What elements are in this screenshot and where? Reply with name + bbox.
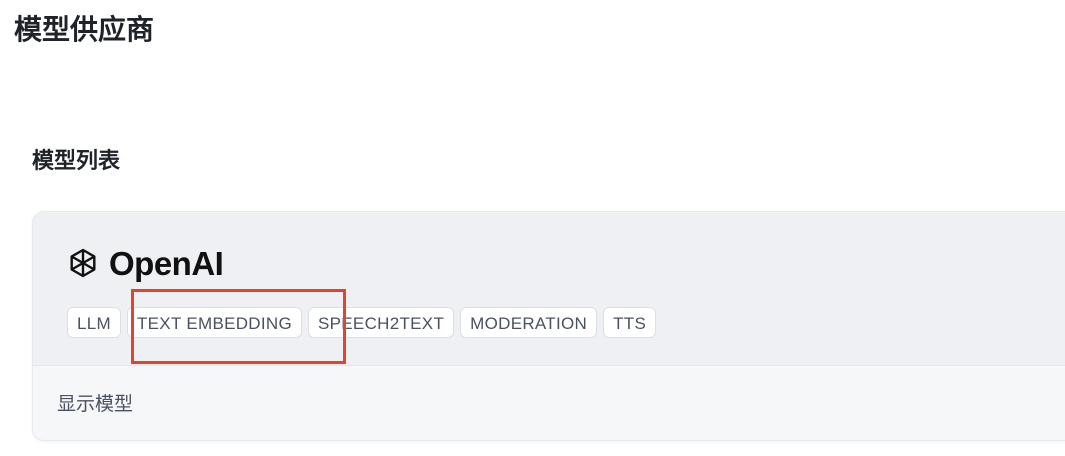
tag-speech2text: SPEECH2TEXT [308, 307, 455, 338]
provider-card-header: OpenAI LLM TEXT EMBEDDING SPEECH2TEXT MO… [33, 212, 1065, 365]
tag-tts: TTS [603, 307, 657, 338]
show-models-button[interactable]: 显示模型 [57, 390, 133, 418]
openai-logo-icon [65, 246, 101, 282]
tag-moderation: MODERATION [460, 307, 598, 338]
provider-name: OpenAI [109, 245, 224, 282]
provider-card-footer: 显示模型 [33, 365, 1065, 440]
tag-llm: LLM [67, 307, 121, 338]
provider-brand: OpenAI [65, 244, 224, 284]
section-title: 模型列表 [32, 149, 121, 174]
model-type-tags: LLM TEXT EMBEDDING SPEECH2TEXT MODERATIO… [67, 307, 657, 338]
page: 模型供应商 模型列表 OpenAI LLM TEXT EMBEDDING SPE… [0, 0, 1065, 456]
page-title: 模型供应商 [14, 13, 155, 46]
provider-card: OpenAI LLM TEXT EMBEDDING SPEECH2TEXT MO… [32, 211, 1065, 441]
tag-text-embedding: TEXT EMBEDDING [126, 307, 303, 338]
